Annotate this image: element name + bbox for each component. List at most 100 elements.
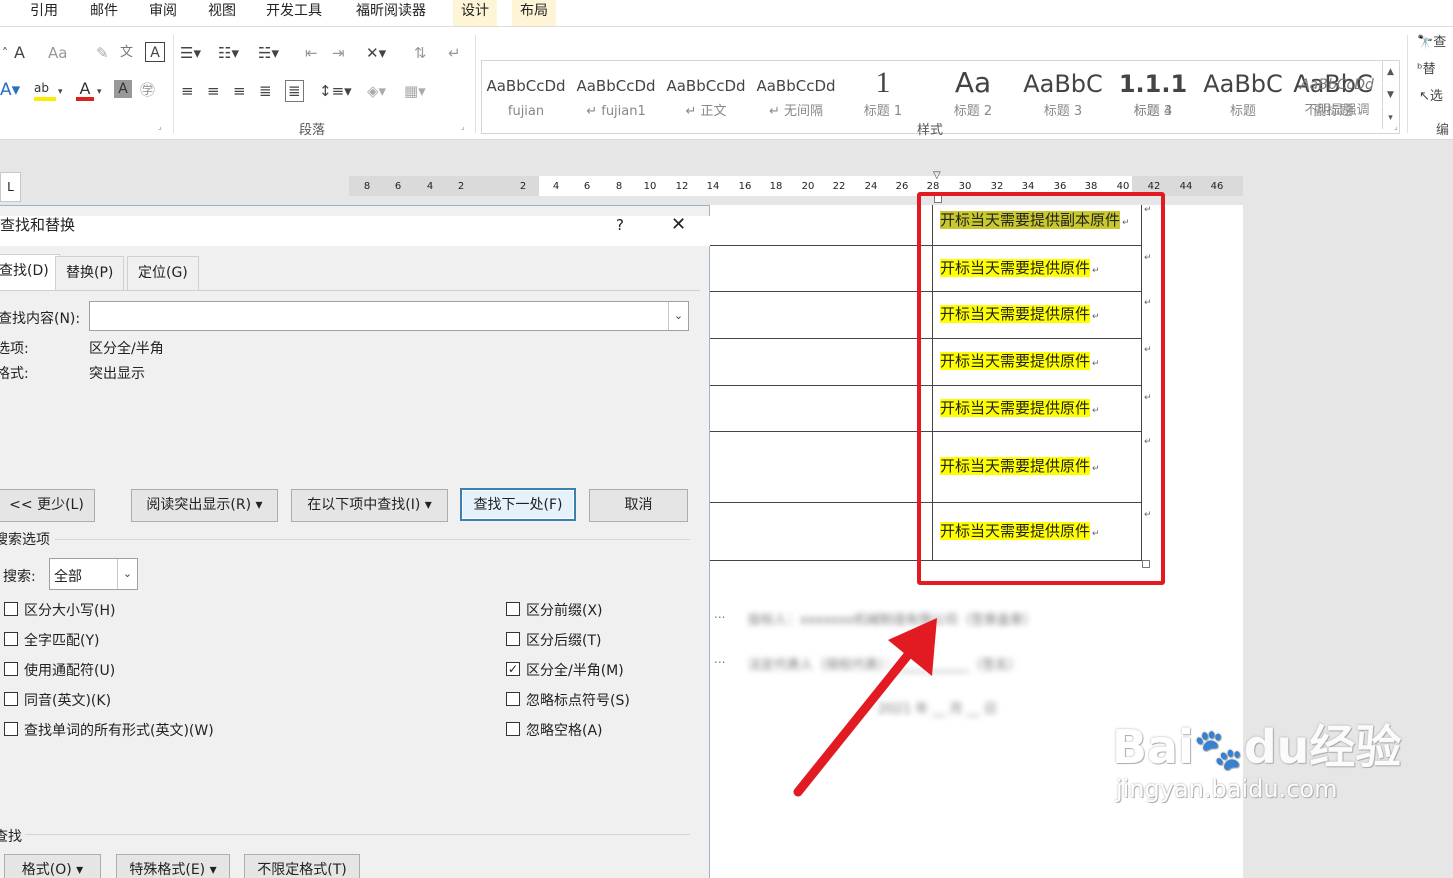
search-direction-dropdown-icon[interactable]: ⌄ [117,559,137,589]
find-section-title: 查找 [0,829,22,845]
cancel-button[interactable]: 取消 [589,489,688,522]
sort-icon[interactable]: ⇅ [414,43,427,63]
clear-format-icon[interactable]: ✎ [96,43,109,63]
style-heading-3[interactable]: AaBbC 标题 3 [1018,61,1108,133]
no-formatting-button[interactable]: 不限定格式(T) [244,854,360,878]
help-button[interactable]: ? [616,216,624,234]
special-button[interactable]: 特殊格式(E) ▾ [116,854,230,878]
tab-replace[interactable]: 替换(P) [55,256,125,290]
checkbox-icon[interactable]: ✓ [506,662,520,676]
ruler-tick: 42 [1147,181,1161,192]
grow-font-icon[interactable]: A [14,43,25,63]
increase-indent-icon[interactable]: ⇥ [332,43,345,63]
highlight-color-icon[interactable]: ab [34,81,56,101]
style-no-spacing[interactable]: AaBbCcDd ↵ 无间隔 [752,61,840,133]
checkbox-icon[interactable] [506,692,520,706]
gallery-down-icon[interactable]: ▼ [1382,84,1398,106]
find-what-input[interactable]: ⌄ [89,301,689,331]
line-spacing-icon[interactable]: ↕≡▾ [319,81,352,101]
checkbox-icon[interactable] [4,632,18,646]
menu-review[interactable]: 审阅 [149,0,177,26]
borders-icon[interactable]: ▦▾ [404,81,426,101]
first-line-indent-icon[interactable]: ▽ [933,170,941,181]
change-case-icon[interactable]: Aa [48,43,67,63]
align-right-icon[interactable]: ≡ [233,81,246,101]
highlight-dropdown-icon[interactable]: ▾ [58,82,63,102]
style-fujian[interactable]: AaBbCcDd fujian [482,61,570,133]
checkbox-icon[interactable] [4,692,18,706]
find-next-button[interactable]: 查找下一处(F) [460,488,576,521]
search-direction-select[interactable]: 全部 ⌄ [49,558,138,590]
checkbox-icon[interactable] [4,602,18,616]
reading-highlight-button[interactable]: 阅读突出显示(R) ▾ [131,489,278,522]
ruler-tick: 16 [738,181,752,192]
ruler-tick: 34 [1021,181,1035,192]
less-button[interactable]: << 更少(L) [0,489,95,522]
style-heading-2[interactable] [1108,61,1198,133]
checkbox-icon[interactable] [506,602,520,616]
decrease-indent-icon[interactable]: ⇤ [305,43,318,63]
select-icon[interactable]: ↖选 [1419,87,1443,107]
menu-view[interactable]: 视图 [208,0,236,26]
section-divider [25,834,690,835]
ruler-tick: 28 [926,181,940,192]
numbering-icon[interactable]: ☷▾ [218,43,239,63]
checkbox-icon[interactable] [506,722,520,736]
gallery-up-icon[interactable]: ▲ [1382,61,1398,83]
ruler-tick: 46 [1210,181,1224,192]
watermark-brand-2: du [1243,720,1310,774]
checkbox-icon[interactable] [4,662,18,676]
checkbox-label: 使用通配符(U) [24,663,116,679]
annotation-highlight-box [917,192,1165,585]
checkbox-icon[interactable] [506,632,520,646]
phonetic-guide-icon[interactable]: 文 [120,43,133,63]
menu-references[interactable]: 引用 [30,0,58,26]
distributed-icon[interactable]: ≣ [285,80,304,102]
find-icon[interactable]: 🔭查 [1417,33,1446,53]
watermark-url: jingyan.baidu.com [1116,775,1338,803]
checkbox-icon[interactable] [4,722,18,736]
show-marks-icon[interactable]: ↵ [448,43,461,63]
style-title[interactable]: AaBbC 标题 [1198,61,1288,133]
styles-dialog-launcher-icon[interactable]: ⌟ [1394,122,1398,131]
shading-icon[interactable]: ◈▾ [367,81,386,101]
font-color-dropdown-icon[interactable]: ▾ [97,82,102,102]
menu-design[interactable]: 设计 [453,0,497,26]
bullets-icon[interactable]: ☰▾ [180,43,201,63]
font-color-icon[interactable]: A [76,79,94,101]
ruler-tick: 2 [519,181,527,192]
style-subtle-emphasis[interactable]: AaBbCcDd 不明显强调 [1293,60,1381,132]
enclose-chars-icon[interactable]: ㊫ [140,80,155,100]
checkbox-label: 区分后缀(T) [526,633,602,649]
paw-icon: 🐾 [1193,727,1244,773]
text-effects-icon[interactable]: A▾ [0,80,20,100]
style-fujian1[interactable]: AaBbCcDd ↵ fujian1 [572,61,660,133]
font-size-arrows-icon[interactable]: ˄ [2,43,8,63]
find-history-dropdown-icon[interactable]: ⌄ [668,302,688,330]
tab-find[interactable]: 查找(D) [0,254,60,290]
ruler-tick: 22 [832,181,846,192]
format-button[interactable]: 格式(O) ▾ [4,854,101,878]
menu-layout[interactable]: 布局 [512,0,556,26]
paragraph-group-label: 段落 [299,123,326,138]
chinese-layout-icon[interactable]: ✕▾ [366,43,386,63]
close-button[interactable]: ✕ [671,214,686,235]
justify-icon[interactable]: ≣ [259,81,272,101]
multilevel-list-icon[interactable]: ☵▾ [258,43,279,63]
replace-icon[interactable]: ᵇ替 [1417,60,1436,80]
font-dialog-launcher-icon[interactable]: ⌟ [158,122,162,131]
ruler-tick: 6 [583,181,591,192]
find-in-button[interactable]: 在以下项中查找(I) ▾ [291,489,448,522]
menu-developer[interactable]: 开发工具 [266,0,322,26]
paragraph-dialog-launcher-icon[interactable]: ⌟ [461,122,465,131]
style-heading-1[interactable]: 1 标题 1 [838,61,928,133]
align-left-icon[interactable]: ≡ [181,81,194,101]
menu-mailings[interactable]: 邮件 [90,0,118,26]
tab-goto[interactable]: 定位(G) [127,256,199,290]
char-shading-icon[interactable]: A [114,80,132,98]
char-border-icon[interactable]: A [145,42,165,62]
menu-foxit-reader[interactable]: 福昕阅读器 [356,0,426,26]
dialog-title: 查找和替换 [0,216,710,246]
style-normal[interactable]: AaBbCcDd ↵ 正文 [662,61,750,133]
align-center-icon[interactable]: ≡ [207,81,220,101]
